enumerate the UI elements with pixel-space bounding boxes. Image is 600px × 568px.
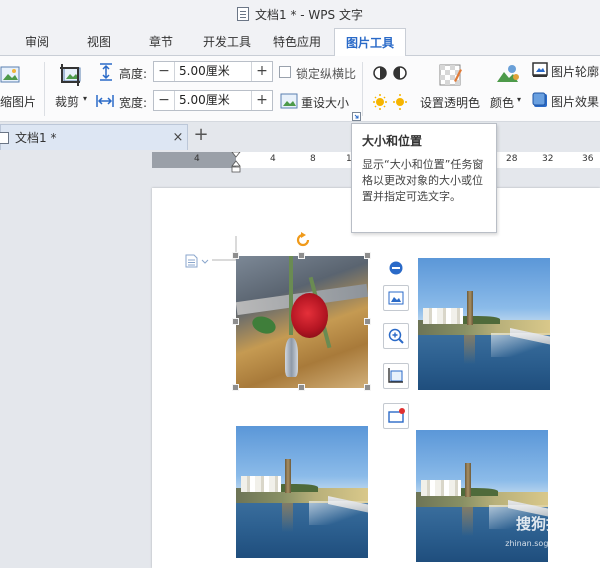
height-decrease-button[interactable]: −	[154, 62, 174, 81]
set-transparent-color-icon[interactable]	[436, 61, 464, 89]
landscape-photo	[418, 258, 550, 390]
ruler-number: 8	[310, 154, 316, 164]
lock-ratio-checkbox[interactable]	[279, 66, 291, 78]
layout-options-button[interactable]	[383, 285, 409, 311]
watermark-logo: 搜狗指南	[515, 515, 576, 533]
document-page[interactable]	[152, 188, 600, 568]
ruler-number: 36	[582, 154, 594, 164]
crop-label[interactable]: 裁剪	[55, 93, 79, 110]
crop-dropdown-icon[interactable]: ▾	[83, 94, 87, 103]
picture-border-button[interactable]	[383, 403, 409, 429]
height-label: 高度:	[119, 67, 148, 81]
crop-picture-icon	[388, 368, 403, 383]
resize-handle-bottom-left[interactable]	[232, 384, 239, 391]
menu-bar: 审阅 视图 章节 开发工具 特色应用 图片工具	[0, 28, 600, 57]
resize-handle-bottom-right[interactable]	[364, 384, 371, 391]
color-icon[interactable]	[494, 62, 520, 88]
watermark-url: zhinan.sogou.com	[505, 539, 578, 548]
picture-landscape-1[interactable]	[418, 258, 550, 390]
width-increase-button[interactable]: +	[252, 91, 272, 110]
tab-view[interactable]: 视图	[76, 28, 122, 56]
document-tab[interactable]: 文档1 * ×	[0, 124, 188, 150]
color-label[interactable]: 颜色	[490, 94, 514, 111]
tab-special-apps[interactable]: 特色应用	[266, 28, 328, 56]
height-icon	[100, 63, 112, 81]
ruler-number: 4	[194, 154, 200, 164]
new-tab-button[interactable]: +	[192, 126, 210, 144]
window-title: 文档1 * - WPS 文字	[255, 7, 363, 22]
rotate-handle-icon[interactable]	[295, 232, 311, 248]
width-decrease-button[interactable]: −	[154, 91, 174, 110]
tab-review[interactable]: 审阅	[14, 28, 60, 56]
brightness-icon[interactable]	[372, 92, 410, 110]
layout-options-icon	[388, 291, 404, 305]
ruler-indent-marker[interactable]	[231, 152, 241, 174]
crop-icon[interactable]	[58, 62, 84, 88]
picture-landscape-2[interactable]	[236, 426, 368, 558]
document-tab-icon	[0, 131, 9, 144]
resize-handle-bottom[interactable]	[298, 384, 305, 391]
tab-developer-tools[interactable]: 开发工具	[196, 28, 258, 56]
size-position-launcher-icon[interactable]	[352, 112, 361, 121]
picture-outline-icon[interactable]	[532, 62, 548, 78]
compress-picture-label[interactable]: 缩图片	[0, 93, 36, 110]
document-icon	[237, 7, 250, 21]
ribbon-separator	[44, 62, 45, 116]
width-label: 宽度:	[119, 96, 148, 110]
height-input[interactable]: 5.00厘米	[174, 62, 252, 81]
picture-effect-icon[interactable]	[532, 92, 548, 108]
ribbon-separator	[362, 62, 363, 116]
width-input[interactable]: 5.00厘米	[174, 91, 252, 110]
tab-chapter[interactable]: 章节	[138, 28, 184, 56]
compress-picture-icon[interactable]	[0, 64, 22, 86]
resize-handle-top[interactable]	[298, 252, 305, 259]
tooltip-title: 大小和位置	[362, 134, 423, 148]
picture-border-icon	[388, 408, 405, 423]
document-tab-label[interactable]: 文档1 *	[15, 129, 169, 146]
resize-handle-top-right[interactable]	[364, 252, 371, 259]
close-tab-icon[interactable]: ×	[169, 130, 187, 145]
tooltip-body: 显示“大小和位置”任务窗格以更改对象的大小或位置并指定可选文字。	[362, 158, 484, 203]
landscape-photo	[236, 426, 368, 558]
ruler-number: 28	[506, 154, 518, 164]
set-transparent-color-label[interactable]: 设置透明色	[420, 94, 480, 111]
ruler-number: 32	[542, 154, 554, 164]
resize-handle-right[interactable]	[364, 318, 371, 325]
height-increase-button[interactable]: +	[252, 62, 272, 81]
size-position-tooltip: 大小和位置 显示“大小和位置”任务窗格以更改对象的大小或位置并指定可选文字。	[351, 123, 497, 233]
ruler-number: 4	[270, 154, 276, 164]
paragraph-anchor-icon[interactable]	[184, 254, 210, 268]
selected-picture-rose[interactable]	[236, 256, 368, 388]
picture-outline-label[interactable]: 图片轮廓	[551, 63, 599, 80]
width-icon	[96, 95, 114, 107]
ribbon: 缩图片 裁剪 ▾ 高度: − 5.00厘米 + 宽度: − 5.00厘米 + 锁…	[0, 56, 600, 122]
document-tab-strip: 文档1 * × +	[0, 122, 600, 150]
picture-effect-label[interactable]: 图片效果	[551, 93, 599, 110]
rose-photo	[236, 256, 368, 388]
contrast-icon[interactable]	[372, 64, 410, 82]
lock-ratio-label[interactable]: 锁定纵横比	[296, 65, 356, 82]
height-stepper[interactable]: − 5.00厘米 +	[153, 61, 273, 82]
collapse-toolbar-icon[interactable]	[389, 261, 403, 275]
reset-size-icon[interactable]	[280, 92, 298, 110]
resize-handle-left[interactable]	[232, 318, 239, 325]
title-bar: 文档1 * - WPS 文字	[0, 0, 600, 28]
crop-picture-button[interactable]	[383, 363, 409, 389]
reset-size-label[interactable]: 重设大小	[301, 94, 349, 111]
resize-handle-top-left[interactable]	[232, 252, 239, 259]
color-dropdown-icon[interactable]: ▾	[517, 95, 521, 104]
zoom-in-icon	[388, 328, 404, 344]
tab-picture-tools[interactable]: 图片工具	[334, 28, 406, 57]
zoom-picture-button[interactable]	[383, 323, 409, 349]
width-stepper[interactable]: − 5.00厘米 +	[153, 90, 273, 111]
